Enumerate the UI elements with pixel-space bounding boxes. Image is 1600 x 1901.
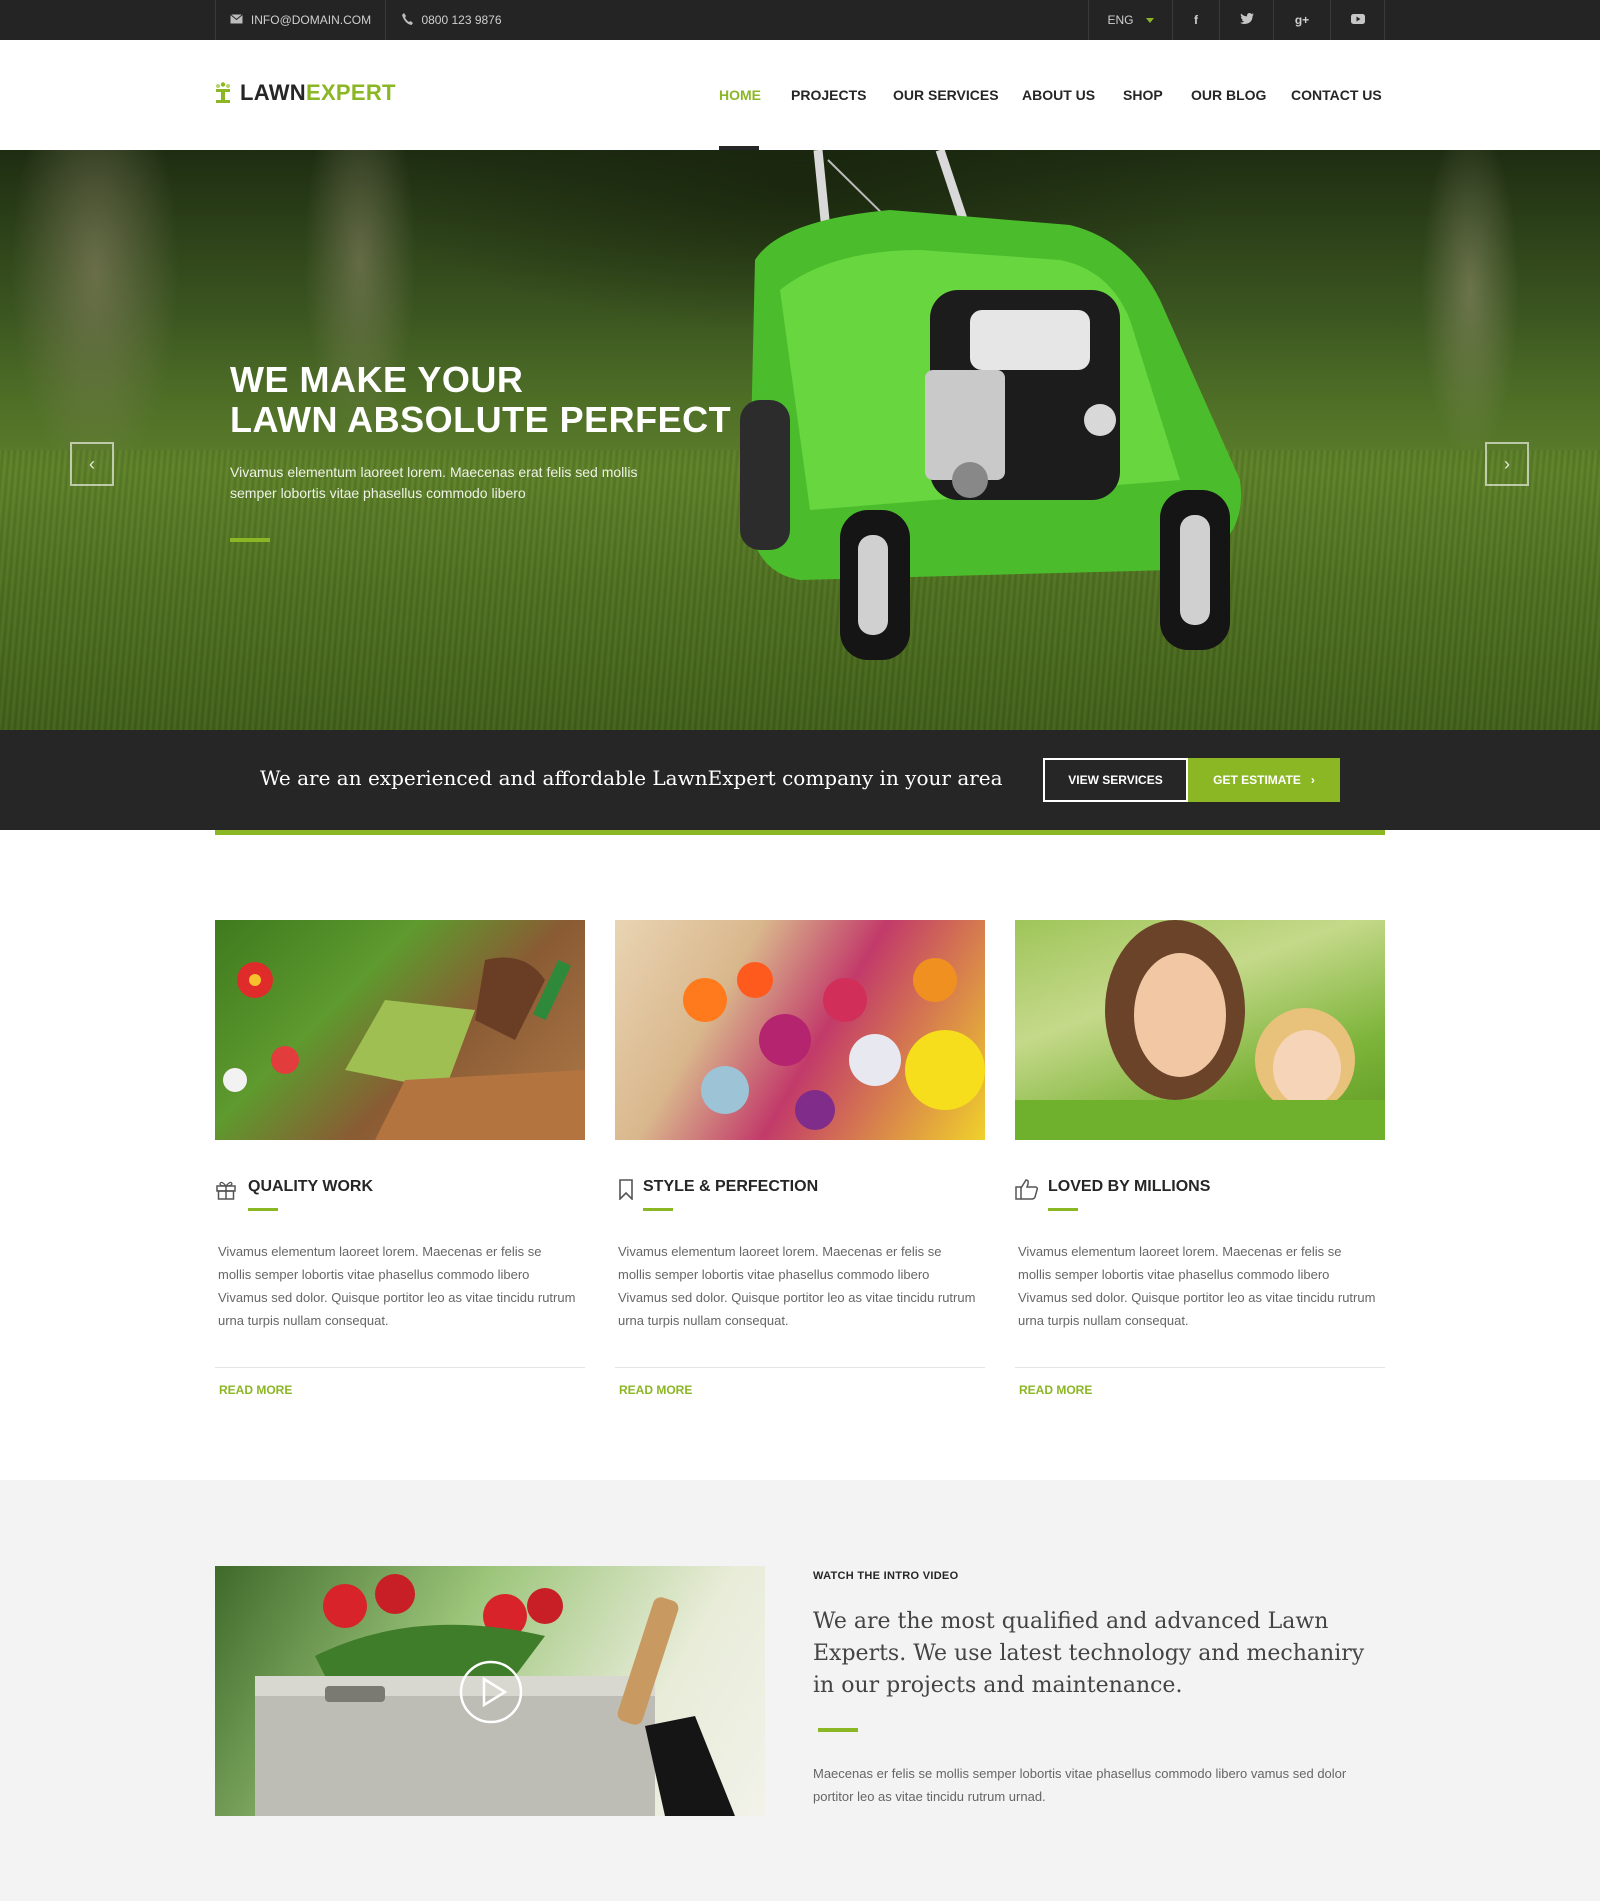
envelope-icon xyxy=(230,13,243,27)
gardening-image xyxy=(215,920,585,1140)
flowers-image xyxy=(615,920,985,1140)
chevron-right-icon: › xyxy=(1310,773,1315,787)
chevron-right-icon: › xyxy=(1504,453,1510,474)
play-icon[interactable] xyxy=(459,1660,523,1724)
feature-title: QUALITY WORK xyxy=(248,1178,374,1195)
nav-our-services[interactable]: OUR SERVICES xyxy=(893,87,999,103)
youtube-icon xyxy=(1350,13,1365,27)
gift-icon xyxy=(215,1178,237,1200)
slider-prev-button[interactable]: ‹ xyxy=(70,442,114,486)
email-contact[interactable]: INFO@DOMAIN.COM xyxy=(215,0,385,40)
hero-title-line-1: WE MAKE YOUR xyxy=(230,359,524,400)
intro-video-section: WATCH THE INTRO VIDEO We are the most qu… xyxy=(0,1480,1600,1901)
feature-accent-line xyxy=(643,1208,673,1211)
feature-description: Vivamus elementum laoreet lorem. Maecena… xyxy=(1018,1244,1376,1328)
feature-description: Vivamus elementum laoreet lorem. Maecena… xyxy=(218,1244,576,1328)
view-services-label: VIEW SERVICES xyxy=(1068,773,1163,787)
main-nav: HOME PROJECTS OUR SERVICES ABOUT US SHOP… xyxy=(0,40,1600,150)
facebook-icon: f xyxy=(1194,13,1198,27)
youtube-link[interactable] xyxy=(1330,0,1385,40)
phone-icon xyxy=(402,12,414,28)
twitter-icon xyxy=(1239,12,1254,28)
google-plus-icon: g+ xyxy=(1294,13,1310,27)
nav-home[interactable]: HOME xyxy=(719,87,761,103)
thumbs-up-icon xyxy=(1015,1178,1039,1200)
google-plus-link[interactable]: g+ xyxy=(1273,0,1330,40)
get-estimate-label: GET ESTIMATE xyxy=(1213,773,1301,787)
hero-text: Vivamus elementum laoreet lorem. Maecena… xyxy=(230,464,638,501)
feature-accent-line xyxy=(248,1208,278,1211)
feature-title: STYLE & PERFECTION xyxy=(643,1178,819,1195)
top-bar: INFO@DOMAIN.COM 0800 123 9876 ENG f g+ xyxy=(0,0,1600,40)
video-thumbnail[interactable] xyxy=(215,1566,765,1816)
divider xyxy=(1015,1367,1385,1368)
email-text: INFO@DOMAIN.COM xyxy=(250,13,372,27)
bookmark-icon xyxy=(615,1178,637,1201)
read-more-link[interactable]: READ MORE xyxy=(219,1383,292,1397)
phone-contact[interactable]: 0800 123 9876 xyxy=(385,0,518,40)
feature-title: LOVED BY MILLIONS xyxy=(1048,1178,1211,1195)
nav-contact-us[interactable]: CONTACT US xyxy=(1291,87,1382,103)
facebook-link[interactable]: f xyxy=(1172,0,1219,40)
hero-title: WE MAKE YOUR LAWN ABSOLUTE PERFECT xyxy=(230,360,731,440)
hero-accent-line xyxy=(230,538,270,542)
get-estimate-button[interactable]: GET ESTIMATE › xyxy=(1188,758,1340,802)
caret-down-icon xyxy=(1145,17,1154,23)
nav-projects[interactable]: PROJECTS xyxy=(791,87,866,103)
feature-card: STYLE & PERFECTION Vivamus elementum lao… xyxy=(615,920,985,1397)
lawn-mower-image xyxy=(740,150,1242,660)
promo-text: We are an experienced and affordable Law… xyxy=(260,766,1003,790)
phone-text: 0800 123 9876 xyxy=(421,13,502,27)
hero-title-line-2: LAWN ABSOLUTE PERFECT xyxy=(230,399,732,440)
feature-card: LOVED BY MILLIONS Vivamus elementum laor… xyxy=(1015,920,1385,1397)
video-heading: We are the most qualified and advanced L… xyxy=(813,1609,1365,1698)
site-header: LAWN EXPERT HOME PROJECTS OUR SERVICES A… xyxy=(0,40,1600,150)
divider xyxy=(615,1367,985,1368)
promo-accent-bar xyxy=(215,830,1385,835)
feature-accent-line xyxy=(1048,1208,1078,1211)
video-label: WATCH THE INTRO VIDEO xyxy=(813,1570,959,1582)
nav-shop[interactable]: SHOP xyxy=(1123,87,1163,103)
promo-bar: We are an experienced and affordable Law… xyxy=(0,730,1600,830)
language-selector[interactable]: ENG xyxy=(1088,0,1172,40)
nav-about-us[interactable]: ABOUT US xyxy=(1022,87,1095,103)
chevron-left-icon: ‹ xyxy=(89,453,95,474)
twitter-link[interactable] xyxy=(1219,0,1273,40)
nav-our-blog[interactable]: OUR BLOG xyxy=(1191,87,1266,103)
video-accent-line xyxy=(818,1728,858,1732)
family-image xyxy=(1015,920,1385,1140)
feature-card: QUALITY WORK Vivamus elementum laoreet l… xyxy=(215,920,585,1397)
divider xyxy=(215,1367,585,1368)
language-value: ENG xyxy=(1107,13,1134,27)
slider-next-button[interactable]: › xyxy=(1485,442,1529,486)
feature-description: Vivamus elementum laoreet lorem. Maecena… xyxy=(618,1244,976,1328)
read-more-link[interactable]: READ MORE xyxy=(619,1383,692,1397)
view-services-button[interactable]: VIEW SERVICES xyxy=(1043,758,1188,802)
hero-slider: WE MAKE YOUR LAWN ABSOLUTE PERFECT Vivam… xyxy=(0,150,1600,730)
read-more-link[interactable]: READ MORE xyxy=(1019,1383,1092,1397)
video-text: Maecenas er felis se mollis semper lobor… xyxy=(813,1766,1347,1804)
